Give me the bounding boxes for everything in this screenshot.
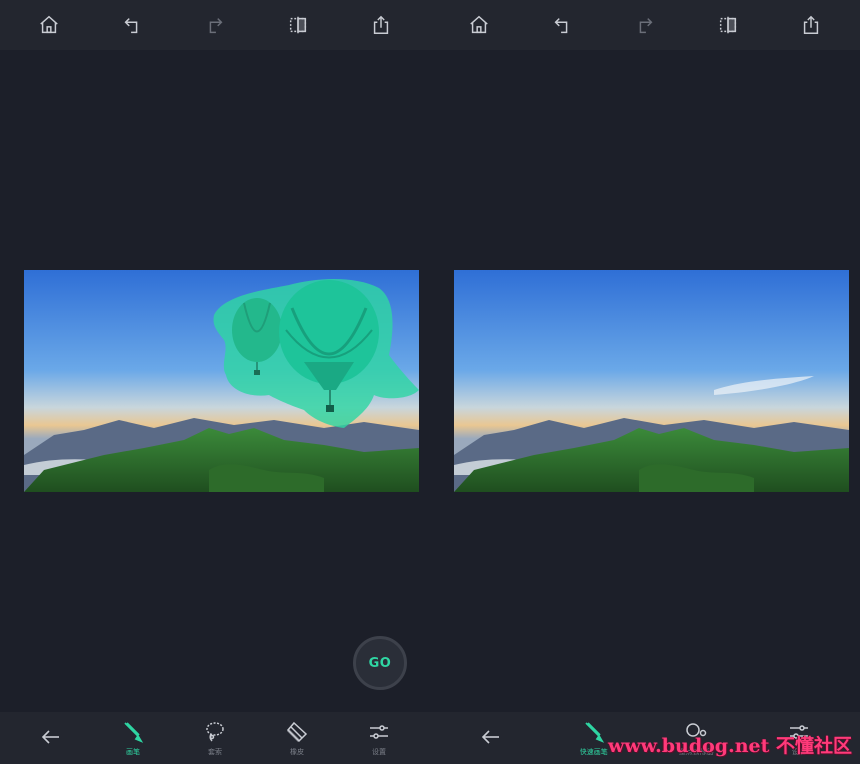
landscape-image <box>454 270 849 492</box>
home-icon <box>40 15 59 34</box>
undo-icon <box>124 18 138 34</box>
settings-sliders-icon <box>370 724 388 739</box>
tool-label: 橡皮 <box>290 747 304 756</box>
arrow-left-icon <box>482 729 500 744</box>
home-icon <box>470 15 489 34</box>
tool-brush[interactable]: 画笔 <box>98 712 168 764</box>
undo-button[interactable] <box>545 8 579 42</box>
left-panel: GO 画笔 套索 橡皮 设置 <box>0 0 430 764</box>
tool-eraser[interactable]: 橡皮 <box>262 712 332 764</box>
undo-button[interactable] <box>115 8 149 42</box>
home-button[interactable] <box>462 8 496 42</box>
lasso-icon <box>206 721 224 742</box>
eraser-icon <box>286 721 308 742</box>
compare-icon <box>289 16 306 34</box>
share-icon <box>373 15 388 34</box>
tool-lasso[interactable]: 套索 <box>180 712 250 764</box>
share-icon <box>803 15 818 34</box>
home-button[interactable] <box>32 8 66 42</box>
compare-button[interactable] <box>281 8 315 42</box>
redo-icon <box>209 18 223 34</box>
undo-icon <box>554 18 568 34</box>
compare-icon <box>719 16 736 34</box>
photo-canvas[interactable] <box>454 270 849 492</box>
bottom-toolbar: 画笔 套索 橡皮 设置 <box>0 712 430 764</box>
tool-settings[interactable]: 设置 <box>344 712 414 764</box>
redo-button[interactable] <box>628 8 662 42</box>
share-button[interactable] <box>364 8 398 42</box>
redo-icon <box>639 18 653 34</box>
watermark-text: www.budog.net 不懂社区 <box>607 735 852 757</box>
brush-icon <box>124 721 144 743</box>
right-panel: 快速画笔 重点去除器 设置 <box>430 0 860 764</box>
redo-button[interactable] <box>198 8 232 42</box>
tool-label: 快速画笔 <box>579 747 608 756</box>
landscape-image <box>24 270 419 492</box>
tool-label: 设置 <box>372 747 386 756</box>
share-button[interactable] <box>794 8 828 42</box>
compare-button[interactable] <box>711 8 745 42</box>
top-toolbar <box>0 0 430 50</box>
photo-canvas[interactable] <box>24 270 419 492</box>
tool-label: 画笔 <box>126 747 140 756</box>
top-toolbar <box>430 0 860 50</box>
back-button[interactable] <box>16 712 86 764</box>
arrow-left-icon <box>41 729 59 744</box>
back-button[interactable] <box>456 712 526 764</box>
tool-label: 套索 <box>208 747 222 756</box>
quick-brush-icon <box>585 721 604 743</box>
go-button[interactable]: GO <box>353 636 407 690</box>
